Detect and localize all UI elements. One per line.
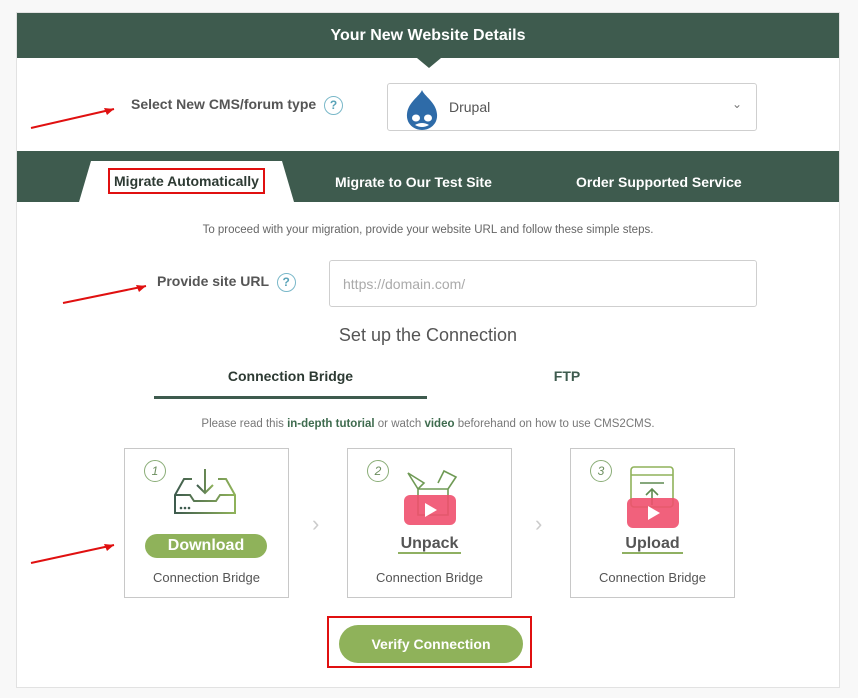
tutorial-suffix: beforehand on how to use CMS2CMS. (454, 418, 655, 430)
connection-setup-title: Set up the Connection (338, 325, 518, 345)
open-box-icon (404, 469, 458, 525)
verify-connection-button[interactable]: Verify Connection (339, 625, 523, 663)
tab-migrate-automatically-label: Migrate Automatically (108, 168, 265, 194)
header-notch (417, 58, 441, 68)
migration-tabs: Migrate Automatically Migrate to Our Tes… (17, 151, 839, 202)
migration-description: To proceed with your migration, provide … (202, 224, 654, 236)
unpack-link[interactable]: Unpack (348, 535, 511, 554)
tab-connection-bridge[interactable]: Connection Bridge (154, 368, 427, 399)
step-subtitle: Connection Bridge (599, 570, 706, 585)
site-url-label-text: Provide site URL (157, 273, 269, 290)
step-number: 2 (367, 460, 389, 482)
upload-label: Upload (622, 535, 683, 554)
annotation-arrow-icon (62, 285, 147, 304)
step-number: 1 (144, 460, 166, 482)
chevron-down-icon: ⌄ (731, 97, 742, 111)
drupal-logo-icon (406, 90, 438, 130)
download-button[interactable]: Download (145, 534, 267, 558)
tab-migrate-test-site[interactable]: Migrate to Our Test Site (335, 151, 492, 202)
unpack-label: Unpack (397, 535, 462, 554)
video-link[interactable]: video (424, 418, 454, 430)
tab-order-service[interactable]: Order Supported Service (576, 151, 742, 202)
tutorial-link[interactable]: in-depth tutorial (287, 418, 375, 430)
step-number: 3 (590, 460, 612, 482)
website-details-panel: Your New Website Details Select New CMS/… (16, 12, 840, 688)
tutorial-note: Please read this in-depth tutorial or wa… (17, 418, 839, 430)
step-subtitle: Connection Bridge (376, 570, 483, 585)
cms-help-icon[interactable]: ? (324, 96, 344, 115)
url-help-icon[interactable]: ? (276, 273, 296, 292)
site-url-label: Provide site URL ? (157, 273, 296, 292)
cms-type-select[interactable]: Drupal ⌄ (387, 83, 757, 131)
cms-selected-value: Drupal (449, 99, 491, 115)
tab-ftp[interactable]: FTP (427, 368, 707, 384)
upload-window-icon (627, 466, 679, 528)
annotation-arrow-icon (30, 108, 115, 129)
step-download-card: 1 Download Connection Bridge (124, 448, 289, 598)
cms-type-label: Select New CMS/forum type ? (131, 96, 344, 115)
chevron-right-icon: › (312, 511, 320, 536)
upload-link[interactable]: Upload (571, 535, 734, 554)
section-header: Your New Website Details (17, 13, 839, 58)
site-url-input[interactable] (329, 260, 757, 307)
cms-type-label-text: Select New CMS/forum type (131, 96, 317, 113)
tutorial-prefix: Please read this (201, 418, 288, 430)
verify-highlight: Verify Connection (327, 616, 532, 668)
tab-migrate-automatically[interactable]: Migrate Automatically (79, 161, 294, 202)
tutorial-middle: or watch (374, 418, 425, 430)
step-upload-card: 3 Upload Connection Bridge (570, 448, 735, 598)
annotation-arrow-icon (30, 544, 115, 564)
chevron-right-icon: › (535, 511, 543, 536)
download-tray-icon (174, 469, 236, 514)
step-unpack-card: 2 Unpack Connection Bridge (347, 448, 512, 598)
step-subtitle: Connection Bridge (153, 570, 260, 585)
